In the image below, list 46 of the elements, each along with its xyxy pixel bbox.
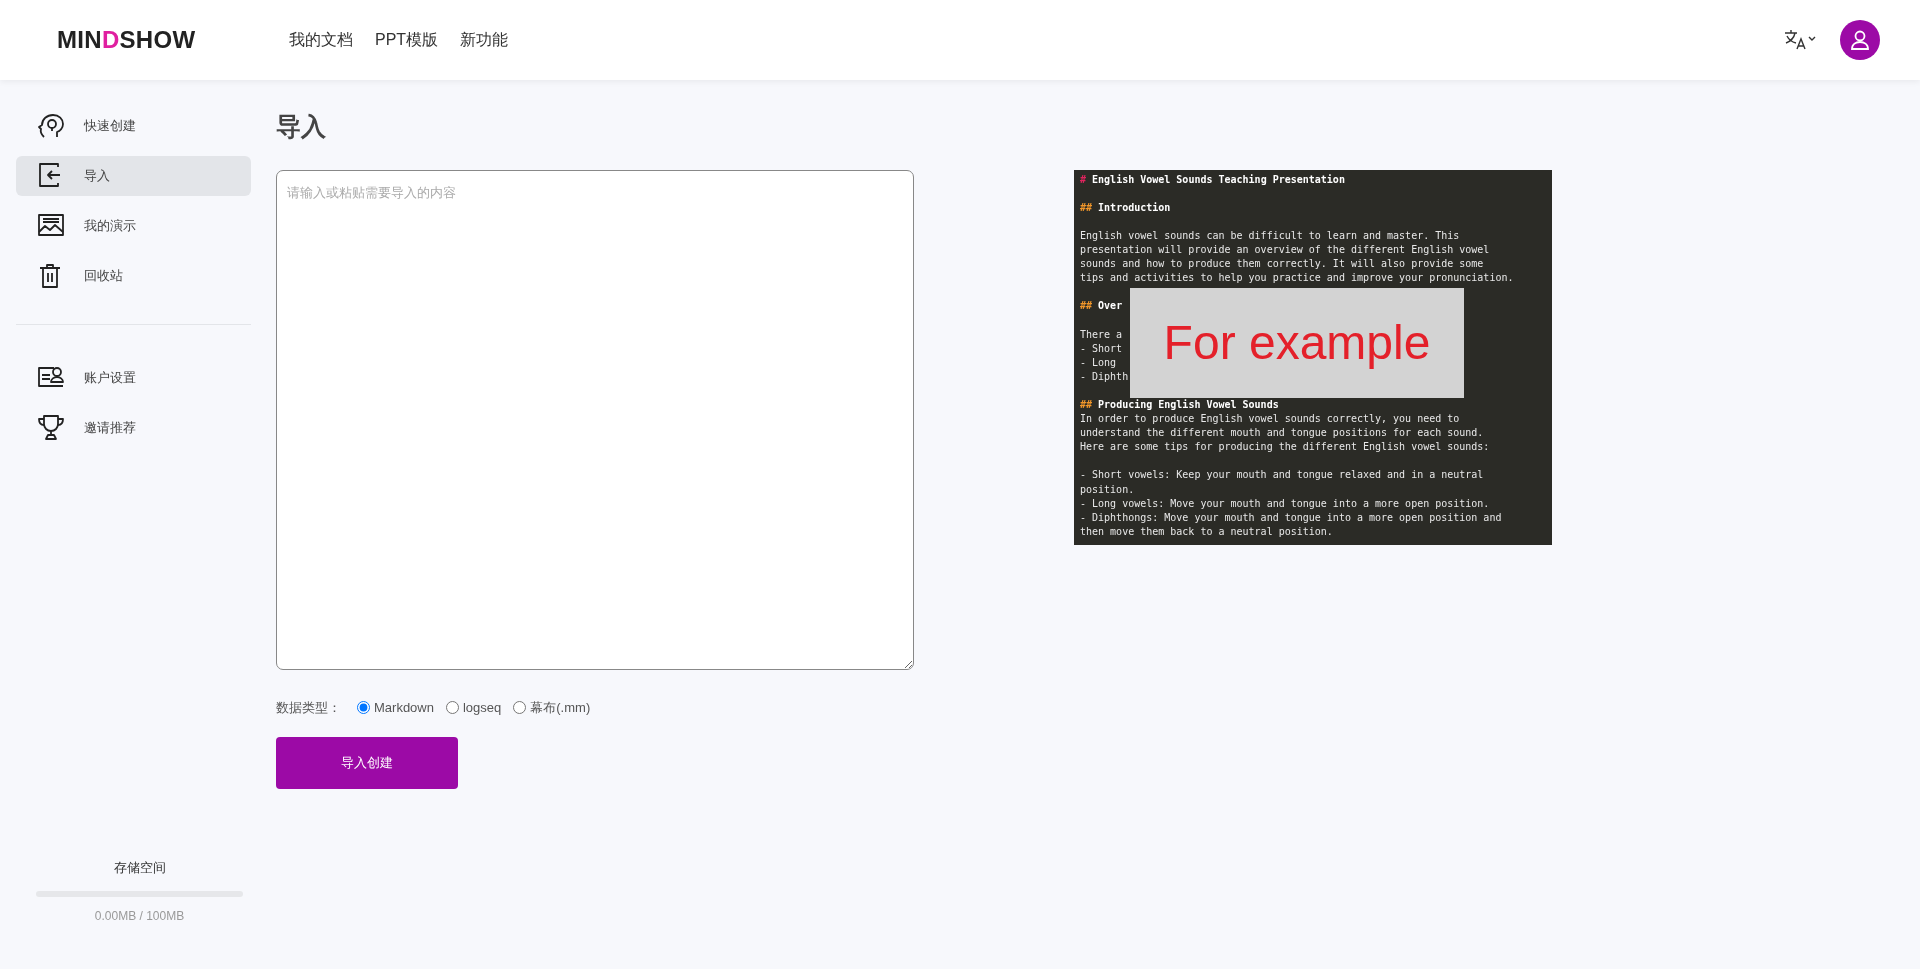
code-line: - Long (1080, 355, 1118, 370)
import-input-field[interactable]: 请输入或粘贴需要导入的内容 (276, 169, 914, 670)
code-line: In order to produce English vowel sounds correctly, you need to (1080, 412, 1461, 427)
code-line: Here are some tips for producing the different English vowel sounds: (1080, 440, 1491, 455)
code-line: position. (1080, 482, 1136, 497)
code-line: There a (1080, 327, 1124, 342)
nav-link[interactable]: PPT模版 (375, 28, 439, 52)
code-heading: ## Producing English Vowel Sounds (1080, 398, 1280, 412)
code-line: - Short (1080, 341, 1124, 356)
code-line: - Diphthongs: Move your mouth and tongue into a more open position and (1080, 510, 1503, 525)
trophy-icon (36, 413, 66, 443)
sidebar-item[interactable]: 快速创建 (16, 106, 251, 146)
nav-link[interactable]: 新功能 (460, 28, 509, 52)
code-heading: ## Introduction (1080, 200, 1172, 215)
code-heading: # English Vowel Sounds Teaching Presentation (1080, 172, 1346, 187)
sidebar-item[interactable]: 我的演示 (16, 206, 251, 246)
logo[interactable]: MINDSHOW (57, 22, 241, 58)
code-heading: ## Over (1080, 299, 1124, 314)
radio-button[interactable] (513, 700, 527, 714)
sidebar-item[interactable]: 导入 (16, 156, 251, 196)
code-line: - Short vowels: Keep your mouth and tongue relaxed and in a neutral (1080, 468, 1485, 483)
sidebar-item[interactable]: 回收站 (16, 256, 251, 296)
code-line: English vowel sounds can be difficult to learn and master. This (1080, 228, 1461, 243)
code-line: presentation will provide an overview of the different English vowel (1080, 242, 1491, 257)
storage-reading: 0.00MB / 100MB (93, 908, 186, 925)
translate-icon[interactable] (1784, 29, 1816, 51)
data-type-label: 数据类型： (276, 698, 341, 717)
user-avatar[interactable] (1840, 20, 1880, 60)
code-line: tips and activities to help you practice and improve your pronunciation. (1080, 271, 1515, 286)
page-title: 导入 (276, 111, 327, 142)
radio-label[interactable]: Markdown (374, 697, 434, 717)
radio-button[interactable] (357, 700, 370, 714)
radio-label[interactable]: logseq (462, 697, 502, 717)
storage-title: 存储空间 (112, 858, 167, 877)
sidebar-item[interactable]: 账户设置 (16, 358, 251, 398)
code-line: then move them back to a neutral position. (1080, 524, 1334, 539)
code-line: - Diphth (1080, 369, 1130, 384)
sidebar-item[interactable]: 邀请推荐 (16, 408, 251, 448)
radio-button[interactable] (445, 700, 459, 714)
code-line: sounds and how to produce them correctly. It will also provide some (1080, 257, 1485, 272)
code-line: - Long vowels: Move your mouth and tongue into a more open position. (1080, 496, 1491, 511)
example-overlay-label: For example (1130, 287, 1464, 398)
code-line: understand the different mouth and tongue positions for each sound. (1080, 426, 1485, 441)
import-create-button[interactable]: 导入创建 (276, 737, 458, 789)
nav-link[interactable]: 我的文档 (289, 28, 353, 52)
radio-label[interactable]: 幕布(.mm) (530, 697, 591, 717)
